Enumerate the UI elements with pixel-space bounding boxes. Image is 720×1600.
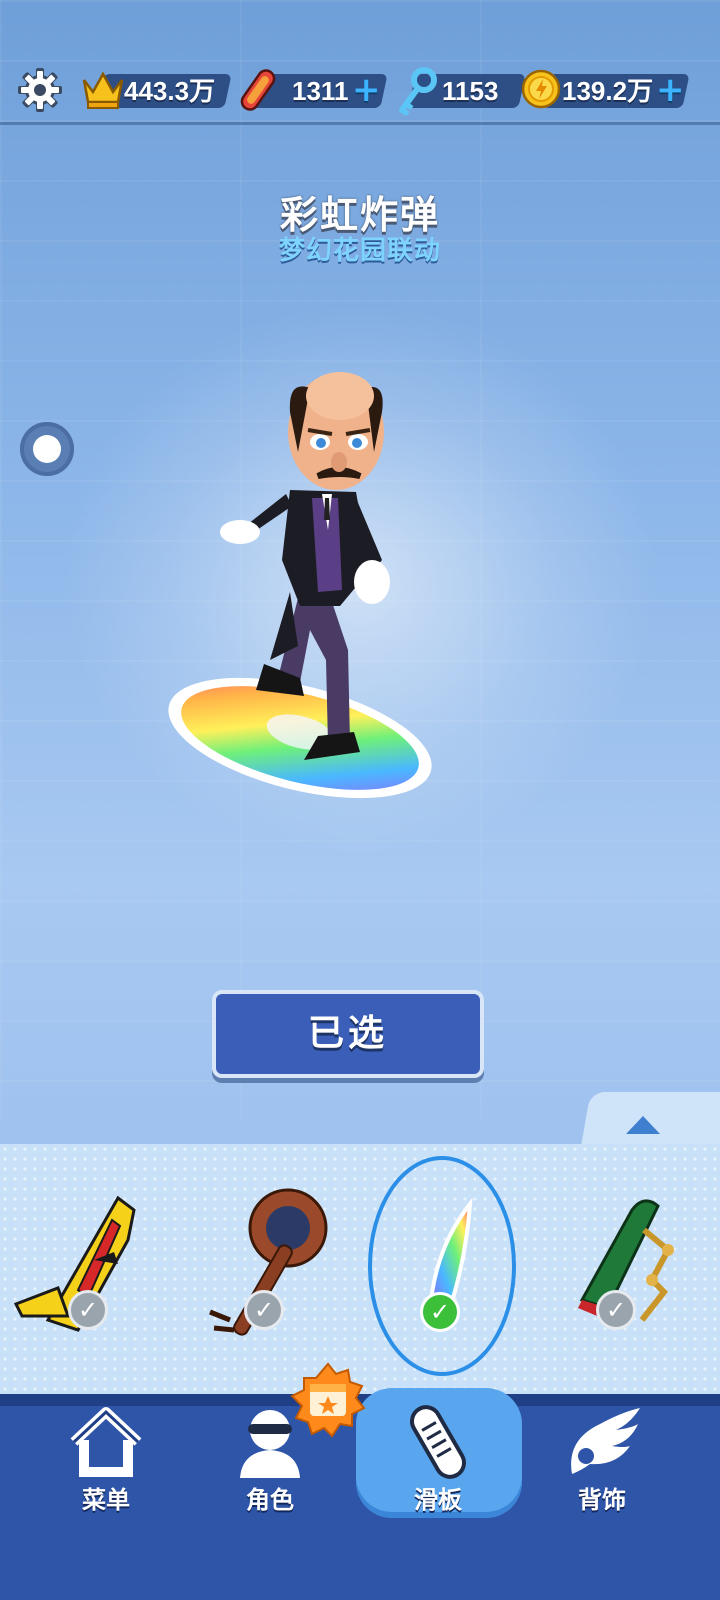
selected-check-icon: ✓ xyxy=(420,1292,460,1332)
item-collection: 梦幻花园联动 xyxy=(278,236,441,266)
top-bar: 443.3万 1311 + 1153 139.2万 + xyxy=(0,60,720,124)
toggle-dot xyxy=(33,435,61,463)
owned-check-icon: ✓ xyxy=(68,1290,108,1330)
nav-label-menu: 菜单 xyxy=(82,1486,130,1514)
nav-label-upgrade: 背饰 xyxy=(578,1486,626,1514)
owned-check-icon: ✓ xyxy=(596,1290,636,1330)
character-preview[interactable] xyxy=(160,360,460,820)
event-calendar-icon[interactable] xyxy=(290,1362,366,1438)
coins-value: 139.2万 xyxy=(562,76,654,106)
boards-value: 1311 xyxy=(292,76,349,106)
wing-icon xyxy=(571,1408,640,1474)
keys-value: 1153 xyxy=(442,76,499,106)
nav-label-board: 滑板 xyxy=(414,1486,462,1514)
add-coins-button[interactable]: + xyxy=(656,70,685,110)
chevron-up-icon[interactable] xyxy=(626,1116,660,1134)
trophy-value: 443.3万 xyxy=(124,76,216,106)
owned-check-icon: ✓ xyxy=(244,1290,284,1330)
skateboard-icon xyxy=(410,1405,466,1479)
top-bar-divider xyxy=(0,122,720,125)
key-icon xyxy=(399,67,437,116)
crown-icon xyxy=(82,71,124,109)
board-currency-icon xyxy=(240,69,276,111)
gear-icon[interactable] xyxy=(16,66,64,114)
add-boards-button[interactable]: + xyxy=(352,70,381,110)
side-toggle-button[interactable] xyxy=(20,422,74,476)
coin-icon xyxy=(521,69,561,109)
nav-label-character: 角色 xyxy=(246,1486,294,1514)
board-item-green-accordion[interactable] xyxy=(572,1180,712,1350)
home-icon xyxy=(70,1407,142,1477)
selected-button[interactable]: 已选 xyxy=(212,990,484,1078)
